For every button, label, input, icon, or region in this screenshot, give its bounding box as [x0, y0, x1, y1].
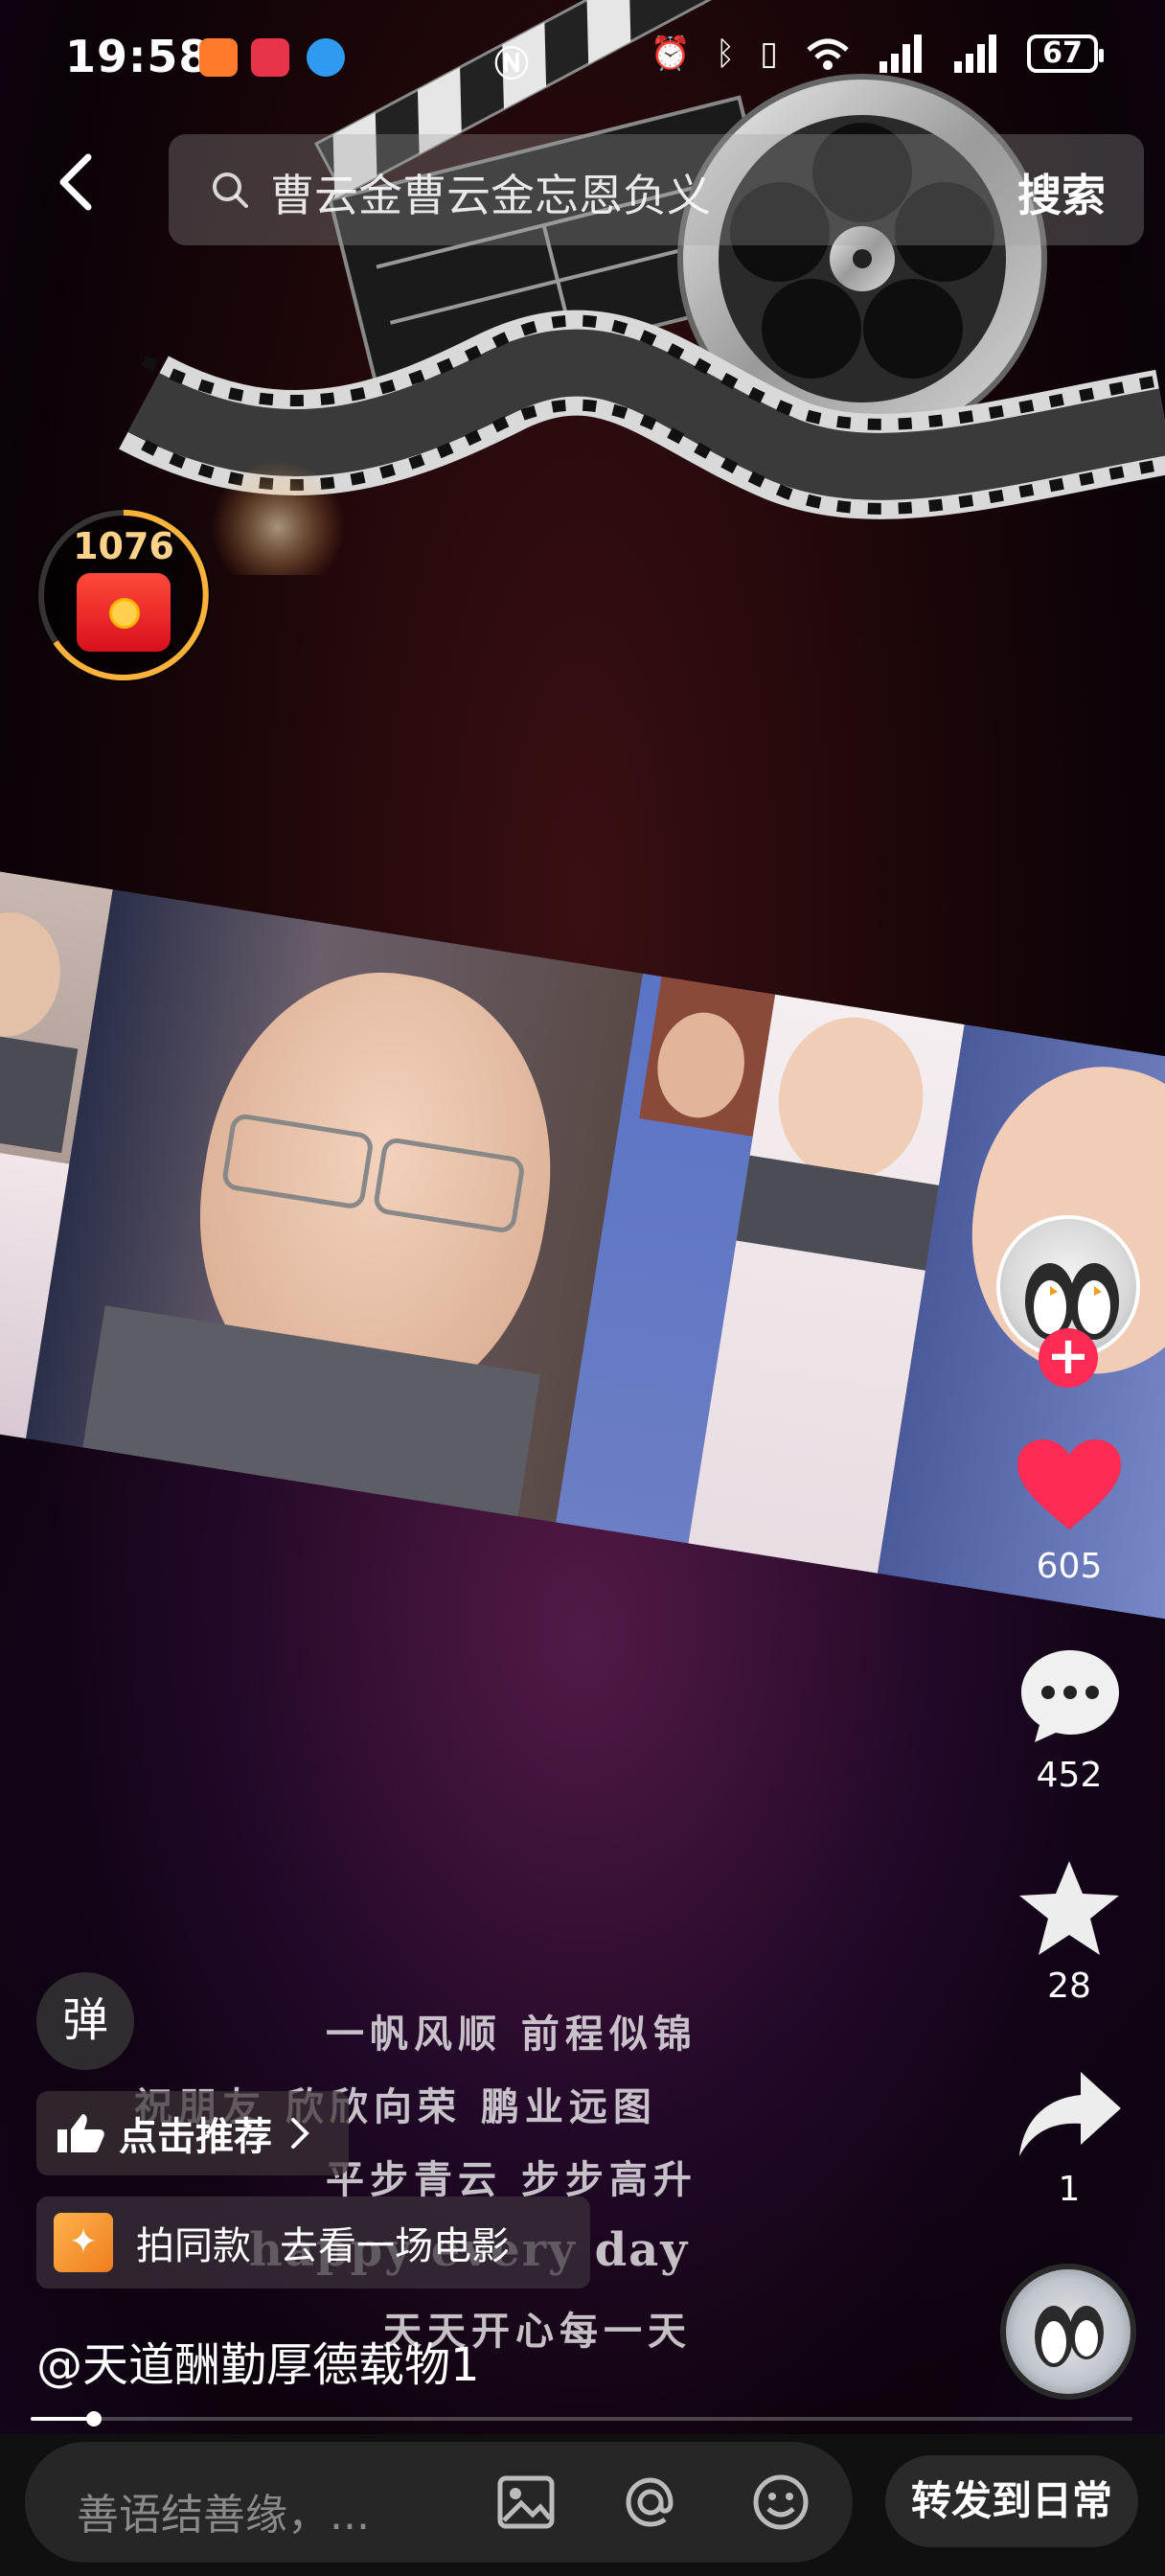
video-frame — [26, 889, 643, 1523]
danmu-toggle-button[interactable]: 弹 — [36, 1972, 134, 2070]
battery-indicator: 67 — [1027, 34, 1104, 73]
search-bar[interactable]: 曹云金曹云金忘恩负义 搜索 — [169, 134, 1144, 245]
shoot-same-label: 拍同款 — [136, 2224, 251, 2268]
shoot-same-title: 去看一场电影 — [280, 2224, 510, 2268]
emoji-icon[interactable] — [749, 2471, 812, 2534]
red-packet-count: 1076 — [73, 525, 174, 567]
image-icon[interactable] — [494, 2471, 558, 2534]
recommend-label: 点击推荐 — [119, 2115, 272, 2159]
search-icon — [213, 172, 248, 208]
like-heart-icon[interactable] — [1017, 1439, 1121, 1531]
alarm-icon: ⏰ — [650, 34, 691, 73]
video-progress-bar[interactable] — [31, 2411, 1132, 2426]
video-progress-fill — [31, 2417, 94, 2421]
sparkle-icon: ✦ — [54, 2213, 113, 2272]
wifi-icon — [807, 38, 849, 70]
comment-count: 452 — [1036, 1756, 1103, 1795]
mention-at-icon[interactable] — [619, 2471, 682, 2534]
signal-icon — [879, 34, 922, 73]
lyric-line: 一帆风顺 前程似锦 — [326, 2012, 697, 2057]
comment-input[interactable]: 善语结善缘，... — [25, 2442, 853, 2563]
author-name[interactable]: @天道酬勤厚德载物1 — [36, 2327, 480, 2394]
coin-icon — [109, 598, 140, 629]
nfc-icon: Ⓝ — [494, 45, 530, 84]
back-arrow-icon[interactable] — [56, 153, 96, 211]
app-notification-icon — [307, 38, 345, 77]
penguin-disc-icon — [1035, 2306, 1104, 2367]
status-time: 19:58 — [65, 31, 211, 82]
share-to-daily-button[interactable]: 转发到日常 — [885, 2455, 1138, 2547]
red-packet-timer[interactable]: 1076 — [36, 508, 211, 682]
comment-bubble-icon[interactable] — [1019, 1648, 1121, 1744]
bluetooth-icon: ᛒ — [715, 34, 736, 73]
favorite-star-icon[interactable] — [1017, 1859, 1121, 1957]
chevron-right-icon — [291, 2118, 309, 2149]
shoot-same-bar[interactable]: ✦ 拍同款 去看一场电影 — [36, 2196, 590, 2288]
status-bar: 19:58 Ⓝ ⏰ ᛒ ▯ 67 — [0, 0, 1165, 115]
share-count: 1 — [1058, 2170, 1081, 2209]
search-input[interactable]: 曹云金曹云金忘恩负义 — [270, 161, 711, 224]
music-disc[interactable] — [1000, 2264, 1136, 2400]
search-button[interactable]: 搜索 — [1017, 161, 1106, 224]
thumbs-up-icon — [57, 2114, 104, 2152]
like-count: 605 — [1036, 1547, 1103, 1586]
signal-icon — [954, 34, 996, 73]
favorite-count: 28 — [1047, 1966, 1091, 2006]
lyrics-overlay: 一帆风顺 前程似锦 祝朋友 欣欣向荣 鹏业远图 平步青云 步步高升 happy … — [134, 2003, 747, 2367]
video-progress-knob[interactable] — [85, 2411, 102, 2426]
recommend-button[interactable]: 点击推荐 — [36, 2091, 349, 2175]
comment-placeholder: 善语结善缘，... — [77, 2491, 370, 2540]
vibrate-icon: ▯ — [760, 34, 778, 73]
follow-plus-button[interactable]: + — [1039, 1328, 1098, 1388]
share-arrow-icon[interactable] — [1017, 2070, 1123, 2158]
app-notification-icon — [199, 38, 238, 77]
app-notification-icon — [251, 38, 289, 77]
